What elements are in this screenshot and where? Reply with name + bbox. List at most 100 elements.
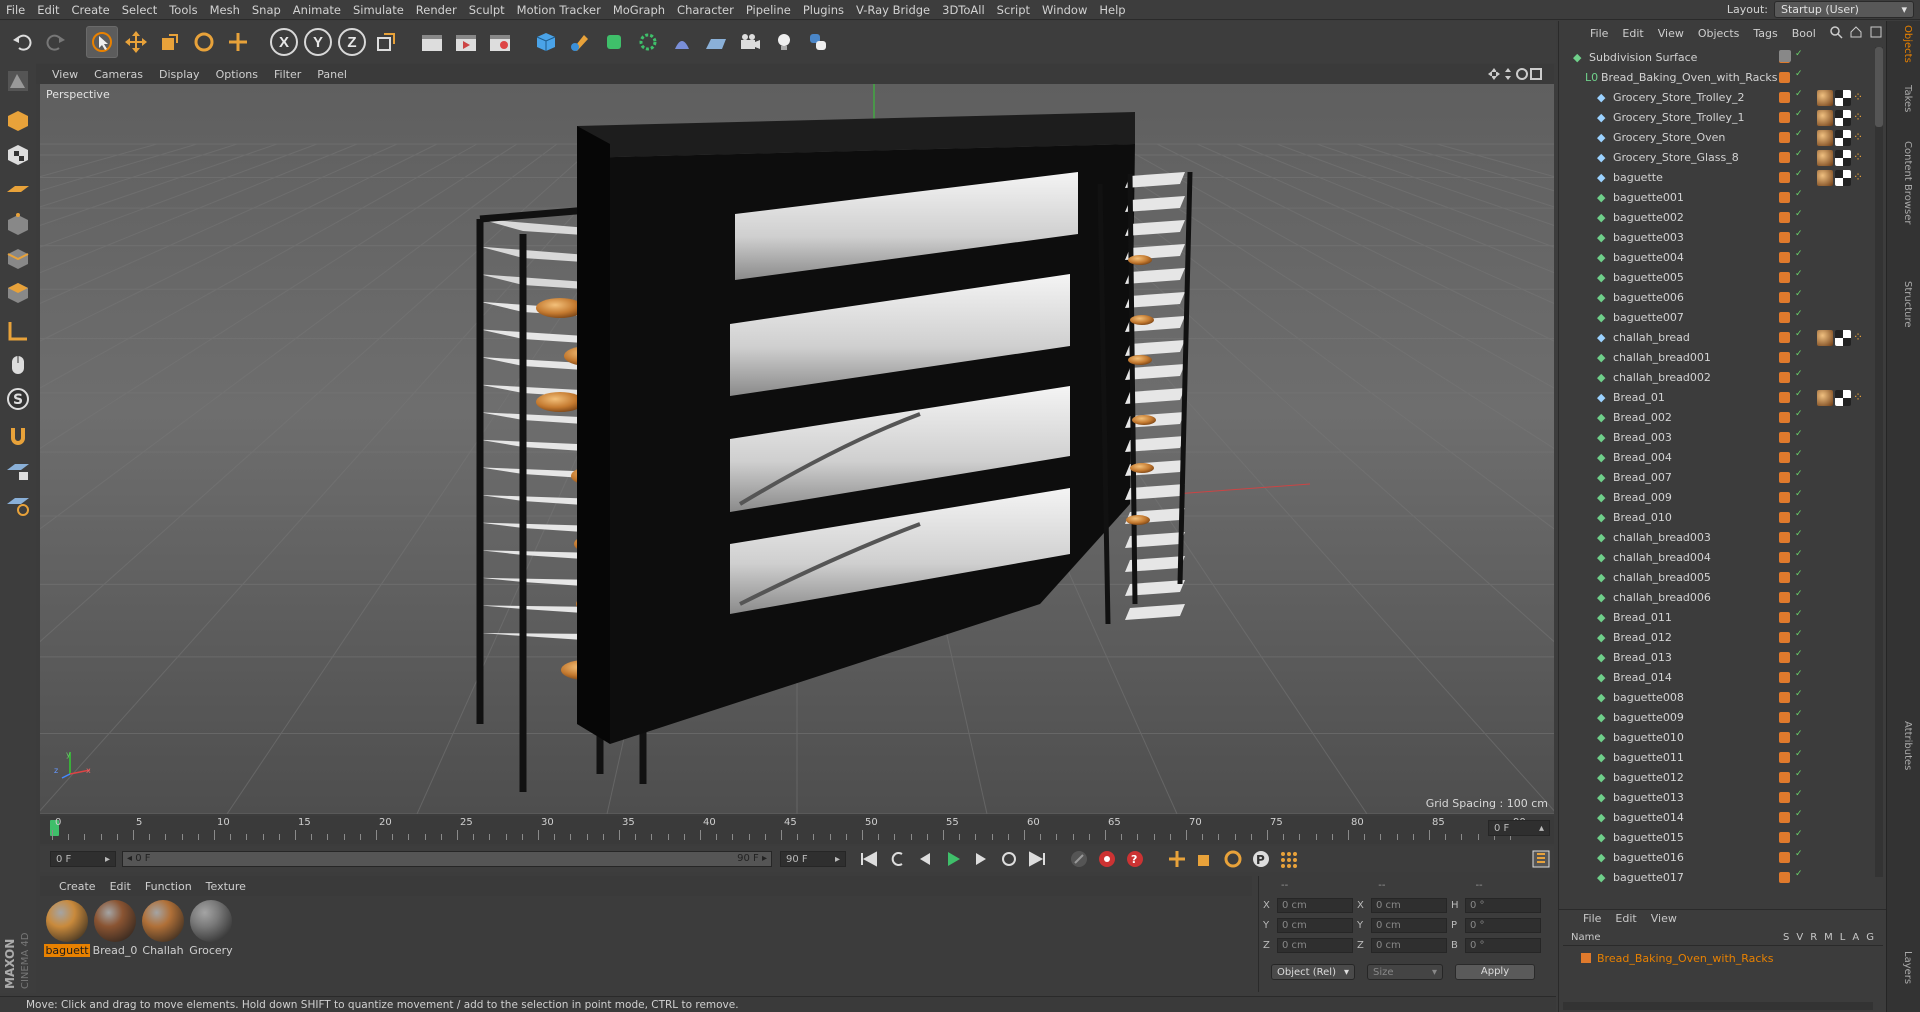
object-menu-bool[interactable]: Bool xyxy=(1785,27,1823,40)
timeline-layout-icon[interactable] xyxy=(1530,849,1552,869)
points-mode-button[interactable] xyxy=(2,209,34,241)
move-button[interactable] xyxy=(120,26,152,58)
visibility-check-icon[interactable]: ✓ xyxy=(1795,249,1803,259)
object-row[interactable]: ◆ challah_bread006 ✓ xyxy=(1559,588,1887,608)
object-row[interactable]: ◆ challah_bread005 ✓ xyxy=(1559,568,1887,588)
material-menu-function[interactable]: Function xyxy=(138,880,199,893)
object-row[interactable]: ◆ baguette001 ✓ xyxy=(1559,188,1887,208)
object-row[interactable]: ◆ challah_bread001 ✓ xyxy=(1559,348,1887,368)
object-row[interactable]: ◆ baguette009 ✓ xyxy=(1559,708,1887,728)
phong-tag-icon[interactable]: ⁘ xyxy=(1853,170,1863,184)
viewport-menu-options[interactable]: Options xyxy=(208,68,266,81)
object-row[interactable]: ◆ Bread_011 ✓ xyxy=(1559,608,1887,628)
go-to-end-icon[interactable] xyxy=(1026,849,1048,869)
phong-tag-icon[interactable]: ⁘ xyxy=(1853,110,1863,124)
autokey-icon[interactable]: ? xyxy=(1124,849,1146,869)
camera-button[interactable] xyxy=(734,26,766,58)
floor-button[interactable] xyxy=(700,26,732,58)
menu-simulate[interactable]: Simulate xyxy=(347,3,410,17)
visibility-check-icon[interactable]: ✓ xyxy=(1795,669,1803,679)
visibility-check-icon[interactable]: ✓ xyxy=(1795,869,1803,879)
material-tag-icon[interactable] xyxy=(1817,90,1833,106)
visibility-check-icon[interactable]: ✓ xyxy=(1795,829,1803,839)
layer-color-dot[interactable] xyxy=(1779,712,1790,723)
object-row[interactable]: ◆ Grocery_Store_Trolley_2 ✓ ⁘ xyxy=(1559,88,1887,108)
visibility-check-icon[interactable]: ✓ xyxy=(1795,589,1803,599)
layer-color-dot[interactable] xyxy=(1779,72,1790,83)
pen-button[interactable] xyxy=(564,26,596,58)
menu-mograph[interactable]: MoGraph xyxy=(607,3,671,17)
start-frame-field[interactable]: 0 F ▸ xyxy=(50,851,116,867)
material-menu-texture[interactable]: Texture xyxy=(199,880,253,893)
menu-file[interactable]: File xyxy=(0,3,31,17)
layer-color-dot[interactable] xyxy=(1779,472,1790,483)
coordinate-field[interactable]: 0 cm xyxy=(1371,938,1447,953)
coordinate-field[interactable]: 0 cm xyxy=(1371,898,1447,913)
keyframe-selection-icon[interactable] xyxy=(1068,849,1090,869)
menu-snap[interactable]: Snap xyxy=(246,3,287,17)
cube-button[interactable] xyxy=(530,26,562,58)
layer-menu-file[interactable]: File xyxy=(1583,912,1601,925)
position-key-icon[interactable] xyxy=(1166,849,1188,869)
coordinate-field[interactable]: 0 ° xyxy=(1465,938,1541,953)
visibility-check-icon[interactable]: ✓ xyxy=(1795,69,1803,79)
menu-mesh[interactable]: Mesh xyxy=(204,3,246,17)
rotate-button[interactable] xyxy=(188,26,220,58)
object-row[interactable]: ◆ baguette013 ✓ xyxy=(1559,788,1887,808)
live-selection-button[interactable] xyxy=(86,26,118,58)
coordinate-field[interactable]: 0 ° xyxy=(1465,918,1541,933)
menu-plugins[interactable]: Plugins xyxy=(797,3,850,17)
visibility-check-icon[interactable]: ✓ xyxy=(1795,789,1803,799)
visibility-check-icon[interactable]: ✓ xyxy=(1795,709,1803,719)
transform-button[interactable] xyxy=(222,26,254,58)
phong-tag-icon[interactable]: ⁘ xyxy=(1853,390,1863,404)
menu-3dtoall[interactable]: 3DToAll xyxy=(936,3,991,17)
visibility-check-icon[interactable]: ✓ xyxy=(1795,449,1803,459)
object-row[interactable]: ◆ Bread_002 ✓ xyxy=(1559,408,1887,428)
object-menu-objects[interactable]: Objects xyxy=(1691,27,1747,40)
object-row[interactable]: ◆ challah_bread002 ✓ xyxy=(1559,368,1887,388)
object-row[interactable]: ◆ baguette ✓ ⁘ xyxy=(1559,168,1887,188)
side-tab-layers[interactable]: Layers xyxy=(1893,951,1913,984)
go-to-start-icon[interactable] xyxy=(858,849,880,869)
render-picture-viewer-button[interactable] xyxy=(450,26,482,58)
visibility-check-icon[interactable]: ✓ xyxy=(1795,489,1803,499)
object-row[interactable]: ◆ baguette003 ✓ xyxy=(1559,228,1887,248)
menu-help[interactable]: Help xyxy=(1093,3,1131,17)
object-row[interactable]: ◆ Bread_009 ✓ xyxy=(1559,488,1887,508)
object-row[interactable]: ◆ baguette012 ✓ xyxy=(1559,768,1887,788)
visibility-check-icon[interactable]: ✓ xyxy=(1795,109,1803,119)
object-row[interactable]: ◆ baguette016 ✓ xyxy=(1559,848,1887,868)
object-row[interactable]: ◆ baguette002 ✓ xyxy=(1559,208,1887,228)
visibility-check-icon[interactable]: ✓ xyxy=(1795,549,1803,559)
layer-color-dot[interactable] xyxy=(1779,272,1790,283)
material-menu-edit[interactable]: Edit xyxy=(103,880,138,893)
object-row[interactable]: ◆ baguette010 ✓ xyxy=(1559,728,1887,748)
object-row[interactable]: ◆ baguette006 ✓ xyxy=(1559,288,1887,308)
object-menu-edit[interactable]: Edit xyxy=(1615,27,1650,40)
layer-scrollbar[interactable] xyxy=(1563,1002,1873,1010)
menu-v-ray-bridge[interactable]: V-Ray Bridge xyxy=(850,3,936,17)
object-row[interactable]: ◆ baguette011 ✓ xyxy=(1559,748,1887,768)
object-row[interactable]: ◆ baguette005 ✓ xyxy=(1559,268,1887,288)
locked-workplane-button[interactable] xyxy=(2,455,34,487)
scrollbar-thumb[interactable] xyxy=(1875,47,1883,127)
render-view-button[interactable] xyxy=(416,26,448,58)
cloner-button[interactable] xyxy=(632,26,664,58)
layer-color-dot[interactable] xyxy=(1779,312,1790,323)
visibility-check-icon[interactable]: ✓ xyxy=(1795,129,1803,139)
visibility-check-icon[interactable]: ✓ xyxy=(1795,509,1803,519)
layer-color-dot[interactable] xyxy=(1779,672,1790,683)
visibility-check-icon[interactable]: ✓ xyxy=(1795,389,1803,399)
apply-button[interactable]: Apply xyxy=(1455,964,1535,980)
phong-tag-icon[interactable]: ⁘ xyxy=(1853,130,1863,144)
z-axis-button[interactable]: Z xyxy=(336,26,368,58)
material-swatch[interactable]: Grocery xyxy=(188,900,234,957)
phong-tag-icon[interactable]: ⁘ xyxy=(1853,330,1863,344)
menu-window[interactable]: Window xyxy=(1036,3,1093,17)
loop-icon[interactable] xyxy=(998,849,1020,869)
viewport-menu-filter[interactable]: Filter xyxy=(266,68,309,81)
object-row[interactable]: ◆ Bread_010 ✓ xyxy=(1559,508,1887,528)
layer-color-dot[interactable] xyxy=(1779,852,1790,863)
menu-pipeline[interactable]: Pipeline xyxy=(740,3,797,17)
